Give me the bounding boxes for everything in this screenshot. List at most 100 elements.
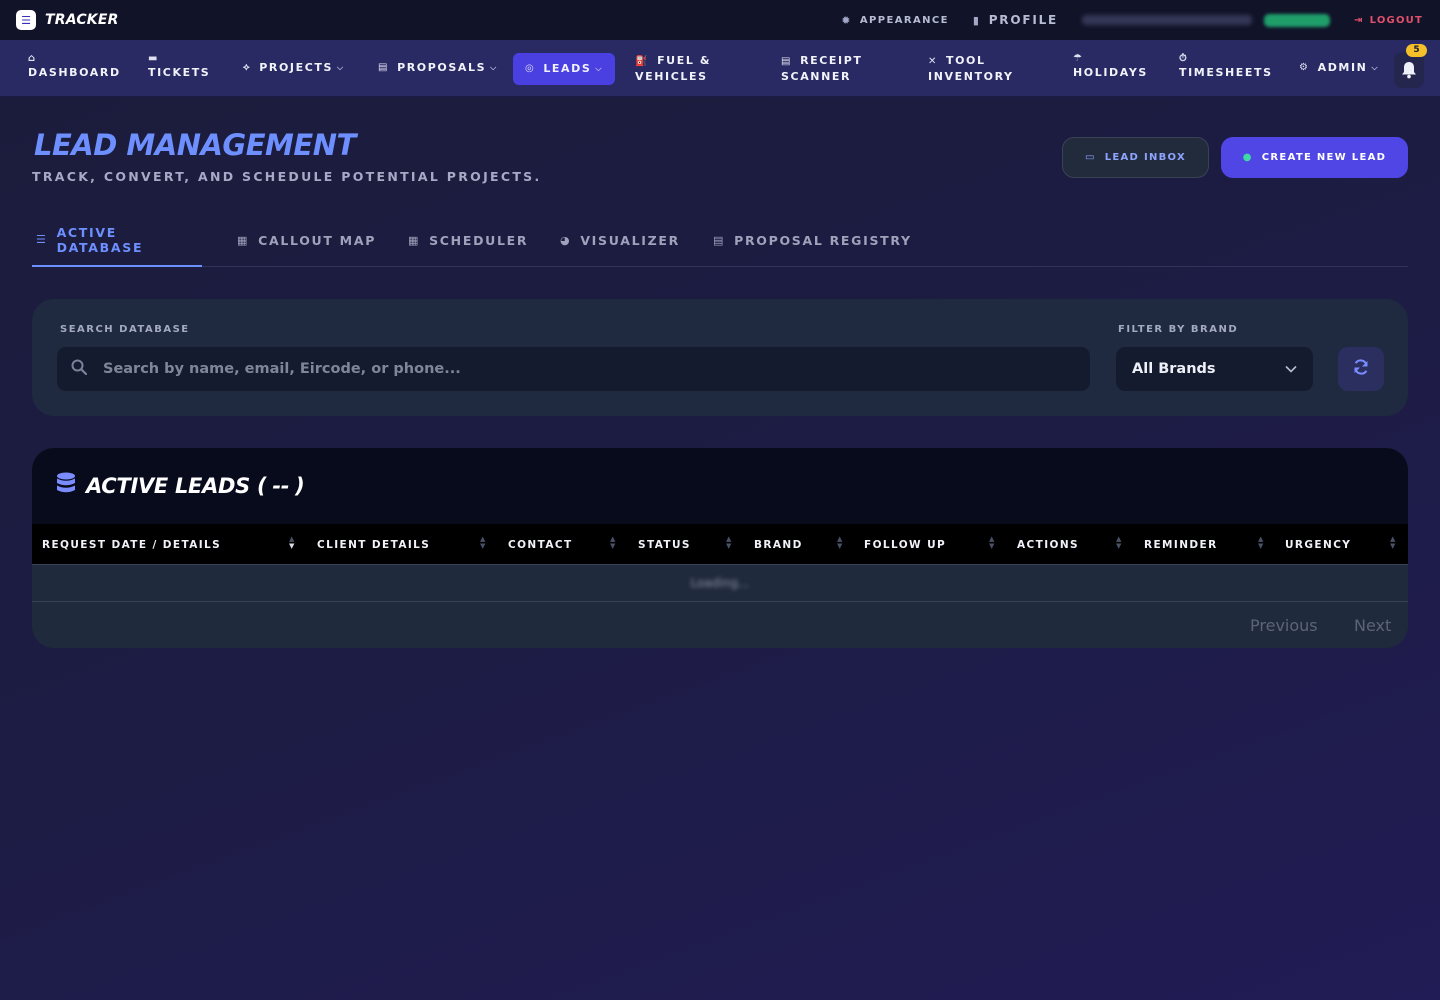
logout-label: LOGOUT [1369,14,1423,26]
table-title-suffix: ) [295,473,305,498]
table-column-header: REQUEST DATE / DETAILS ▲ ▼ CLIENT DETAILS… [32,524,1408,565]
column-header-urgency[interactable]: URGENCY [1285,524,1351,565]
tab-label: CALLOUT MAP [258,233,377,248]
top-bar-actions: ✹ APPEARANCE ▮ PROFILE ⇥ LOGOUT [841,0,1440,40]
nav-label-line1: ✕ TOOL [928,54,986,67]
tab-label: SCHEDULER [429,233,529,248]
chevron-down-icon [1285,363,1297,376]
sort-icon[interactable]: ▲ ▼ [1116,536,1121,550]
column-header-actions[interactable]: ACTIONS [1017,524,1079,565]
chevron-down-icon: ⌵ [490,63,498,72]
gear-icon: ✹ [841,13,852,27]
lead-inbox-button[interactable]: ▭ LEAD INBOX [1062,137,1209,178]
brand-filter-select[interactable]: All Brands [1116,347,1313,391]
create-new-lead-label: CREATE NEW LEAD [1261,152,1387,163]
column-header-request-date[interactable]: REQUEST DATE / DETAILS [42,524,221,565]
tab-callout-map[interactable]: ▦ CALLOUT MAP [237,222,376,267]
brand-filter-label: FILTER BY BRAND [1118,324,1239,335]
umbrella-beach-icon: ☂ [1073,53,1084,64]
profile-button[interactable]: ▮ PROFILE [973,13,1058,27]
tab-proposal-registry[interactable]: ▤ PROPOSAL REGISTRY [713,222,912,267]
tab-visualizer[interactable]: ◕ VISUALIZER [560,222,680,267]
column-header-follow-up[interactable]: FOLLOW UP [864,524,946,565]
map-icon: ▦ [237,234,250,247]
tab-label: VISUALIZER [580,233,680,248]
sort-icon[interactable]: ▲ ▼ [989,536,994,550]
nav-item-timesheets[interactable]: ⏱ TIMESHEETS [1179,53,1273,81]
logout-icon: ⇥ [1354,14,1364,26]
file-icon: ▤ [713,234,726,247]
previous-page-button[interactable]: Previous [1250,616,1318,635]
nav-item-tickets[interactable]: ▬ TICKETS [148,53,210,81]
nav-item-fuel-vehicles[interactable]: ⛽ FUEL & VEHICLES [635,53,711,85]
search-icon [71,359,88,379]
nav-label: PROJECTS [259,61,334,74]
sort-icon[interactable]: ▲ ▼ [610,536,615,550]
nav-item-receipt-scanner[interactable]: ▤ RECEIPT SCANNER [781,53,863,85]
calendar-icon: ▦ [408,234,421,247]
home-icon: ⌂ [28,53,37,64]
table-header-band: ACTIVE LEADS ( -- ) [32,448,1408,524]
next-page-button[interactable]: Next [1354,616,1391,635]
table-title-text: ACTIVE LEADS ( [86,473,267,498]
nav-item-holidays[interactable]: ☂ HOLIDAYS [1073,53,1148,81]
main-nav: ⌂ DASHBOARD ▬ TICKETS ⟡ PROJECTS ⌵ ▤ PRO… [0,40,1440,97]
table-title: ACTIVE LEADS ( -- ) [56,472,305,499]
chevron-down-icon: ⌵ [337,63,345,72]
nav-label: TIMESHEETS [1179,66,1273,79]
fuel-icon: ⛽ [635,56,650,67]
tab-scheduler[interactable]: ▦ SCHEDULER [408,222,528,267]
sort-icon[interactable]: ▲ ▼ [1390,536,1395,550]
nav-label: PROPOSALS [397,61,487,74]
view-tabs: ☰ ACTIVE DATABASE ▦ CALLOUT MAP ▦ SCHEDU… [32,222,1408,267]
sort-desc-icon[interactable]: ▲ ▼ [289,536,294,550]
logout-button[interactable]: ⇥ LOGOUT [1354,15,1423,26]
nav-item-admin[interactable]: ⚙ ADMIN ⌵ [1299,60,1379,76]
nav-label: HOLIDAYS [1073,66,1148,79]
nav-item-tool-inventory[interactable]: ✕ TOOL INVENTORY [928,53,1014,85]
column-header-client-details[interactable]: CLIENT DETAILS [317,524,430,565]
bell-icon [1402,62,1416,79]
appearance-button[interactable]: ✹ APPEARANCE [841,14,949,27]
status-badge-redacted [1264,13,1331,27]
search-input[interactable] [103,361,1003,377]
lead-count: -- [272,473,290,498]
user-info-redacted [1082,15,1253,25]
brand-filter-value: All Brands [1132,361,1216,377]
create-new-lead-button[interactable]: ● CREATE NEW LEAD [1221,137,1408,178]
sort-icon[interactable]: ▲ ▼ [837,536,842,550]
tab-label: ACTIVE DATABASE [56,224,144,255]
page-subtitle: TRACK, CONVERT, AND SCHEDULE POTENTIAL P… [32,169,542,184]
nav-label-line1: ⛽ FUEL & [635,54,712,67]
tab-active-database[interactable]: ☰ ACTIVE DATABASE [32,222,202,267]
nav-label: TICKETS [148,66,211,79]
column-header-reminder[interactable]: REMINDER [1144,524,1218,565]
nav-item-proposals[interactable]: ▤ PROPOSALS ⌵ [378,60,498,76]
sitemap-icon: ⟡ [243,62,252,73]
app-name: TRACKER [45,12,119,28]
notifications-button[interactable] [1394,52,1424,88]
refresh-button[interactable] [1338,347,1384,391]
column-header-brand[interactable]: BRAND [754,524,803,565]
nav-item-dashboard[interactable]: ⌂ DASHBOARD [28,53,121,81]
stopwatch-icon: ⏱ [1179,53,1189,64]
column-header-status[interactable]: STATUS [638,524,691,565]
sort-icon[interactable]: ▲ ▼ [480,536,485,550]
tools-icon: ✕ [928,56,938,67]
loading-text: Loading... [690,576,750,590]
page-title: LEAD MANAGEMENT [34,128,356,162]
id-badge-icon: ▮ [972,13,981,27]
nav-label-line1: ▤ RECEIPT [781,54,863,67]
profile-label: PROFILE [988,13,1059,27]
sort-icon[interactable]: ▲ ▼ [726,536,731,550]
brand[interactable]: ☰ TRACKER [16,10,119,30]
nav-item-projects[interactable]: ⟡ PROJECTS ⌵ [243,60,345,76]
nav-label-line2: SCANNER [781,70,852,83]
sort-icon[interactable]: ▲ ▼ [1258,536,1263,550]
receipt-icon: ▤ [781,56,793,67]
column-header-contact[interactable]: CONTACT [508,524,573,565]
nav-item-leads[interactable]: ◎ LEADS ⌵ [513,53,616,85]
search-field[interactable] [57,347,1090,391]
search-label: SEARCH DATABASE [60,324,190,335]
tab-label: PROPOSAL REGISTRY [734,233,912,248]
